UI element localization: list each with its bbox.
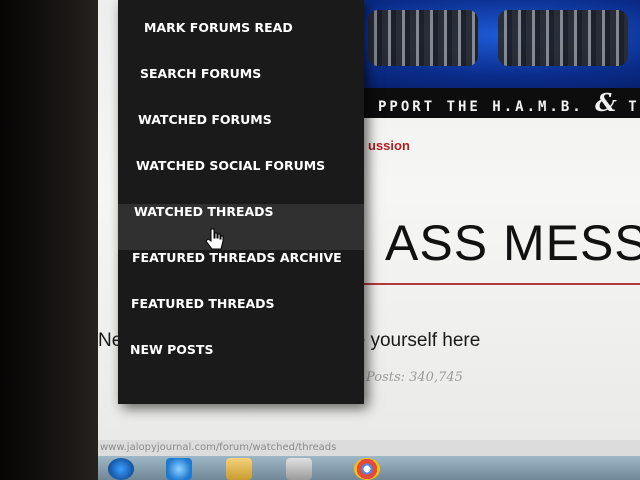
windows-taskbar	[98, 456, 640, 480]
menu-item-watched-threads[interactable]: WATCHED THREADS	[118, 204, 364, 250]
engine-image-left	[368, 10, 478, 66]
hand-pointer-icon	[205, 228, 224, 250]
engine-image-right	[498, 10, 628, 66]
quick-links-dropdown: MARK FORUMS READ SEARCH FORUMS WATCHED F…	[118, 0, 364, 404]
menu-item-featured-threads-archive[interactable]: FEATURED THREADS ARCHIVE	[118, 250, 364, 296]
breadcrumb[interactable]: ussion	[368, 138, 410, 153]
menu-item-search-forums[interactable]: SEARCH FORUMS	[118, 66, 364, 112]
monitor-bezel	[0, 0, 110, 480]
chrome-icon[interactable]	[354, 458, 380, 480]
media-icon[interactable]	[286, 458, 312, 480]
windows-start-icon[interactable]	[108, 458, 134, 480]
menu-item-watched-social-forums[interactable]: WATCHED SOCIAL FORUMS	[118, 158, 364, 204]
internet-explorer-icon[interactable]	[166, 458, 192, 480]
status-bar-url: www.jalopyjournal.com/forum/watched/thre…	[98, 440, 640, 456]
title-divider	[358, 283, 640, 285]
menu-item-featured-threads[interactable]: FEATURED THREADS	[118, 296, 364, 342]
support-tail: T	[616, 99, 640, 115]
support-ampersand: &	[595, 88, 617, 117]
file-explorer-icon[interactable]	[226, 458, 252, 480]
site-banner: A	[348, 0, 640, 88]
post-count: Posts: 340,745	[366, 370, 463, 385]
menu-item-mark-forums-read[interactable]: MARK FORUMS READ	[118, 20, 364, 66]
menu-item-new-posts[interactable]: NEW POSTS	[118, 342, 364, 388]
page-title: ASS MESSAG	[385, 215, 640, 271]
support-text: PPORT THE H.A.M.B.	[378, 99, 596, 115]
menu-item-watched-forums[interactable]: WATCHED FORUMS	[118, 112, 364, 158]
support-banner[interactable]: PPORT THE H.A.M.B. & T	[348, 88, 640, 118]
